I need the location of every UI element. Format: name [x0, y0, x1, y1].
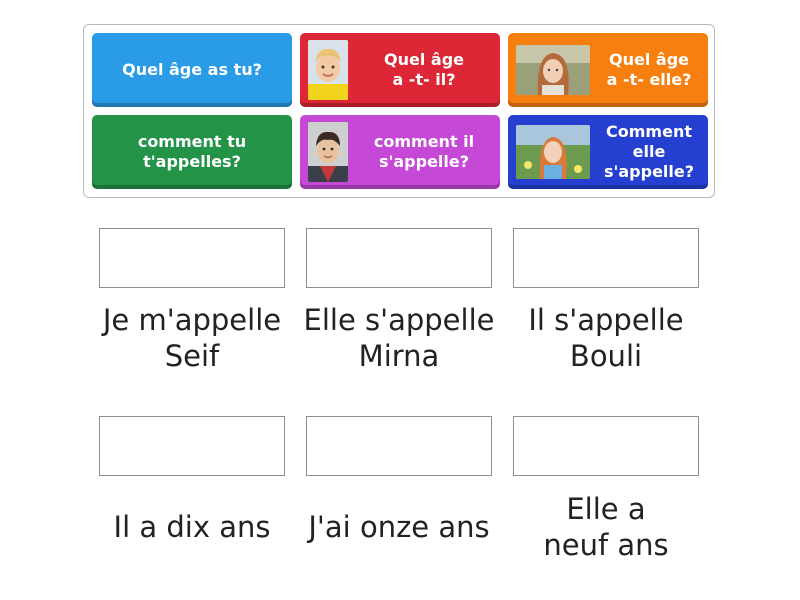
answer-text: J'ai onze ans	[308, 510, 490, 544]
tile-label: Quel âge a -t- il?	[384, 50, 464, 89]
tile-comment-il-s-appelle[interactable]: comment il s'appelle?	[300, 115, 500, 189]
answer-text: Elle a neuf ans	[543, 492, 669, 562]
answer-text: Elle s'appelle Mirna	[303, 303, 495, 373]
drop-slot-3[interactable]	[513, 228, 699, 288]
tile-quel-age-as-tu[interactable]: Quel âge as tu?	[92, 33, 292, 107]
girl-in-field-photo	[516, 125, 590, 179]
drop-slot-2[interactable]	[306, 228, 492, 288]
tile-quel-age-a-t-il[interactable]: Quel âge a -t- il?	[300, 33, 500, 107]
tile-label: Comment elle s'appelle?	[603, 122, 695, 181]
tile-label: Quel âge a -t- elle?	[606, 50, 692, 89]
drop-slot-1[interactable]	[99, 228, 285, 288]
drop-slot-6[interactable]	[513, 416, 699, 476]
tile-label: comment il s'appelle?	[373, 132, 475, 171]
drop-slot-5[interactable]	[306, 416, 492, 476]
tile-label: Quel âge as tu?	[122, 60, 262, 79]
answer-text: Il a dix ans	[113, 510, 271, 544]
red-haired-girl-photo	[516, 45, 590, 95]
drop-slot-4[interactable]	[99, 416, 285, 476]
tile-comment-tu-t-appelles[interactable]: comment tu t'appelles?	[92, 115, 292, 189]
dark-haired-boy-photo	[308, 122, 348, 182]
answer-text: Il s'appelle Bouli	[528, 303, 684, 373]
tile-quel-age-a-t-elle[interactable]: Quel âge a -t- elle?	[508, 33, 708, 107]
answer-text: Je m'appelle Seif	[102, 303, 282, 373]
tile-label: comment tu t'appelles?	[137, 132, 247, 171]
blond-boy-photo	[308, 40, 348, 100]
tile-comment-elle-s-appelle[interactable]: Comment elle s'appelle?	[508, 115, 708, 189]
